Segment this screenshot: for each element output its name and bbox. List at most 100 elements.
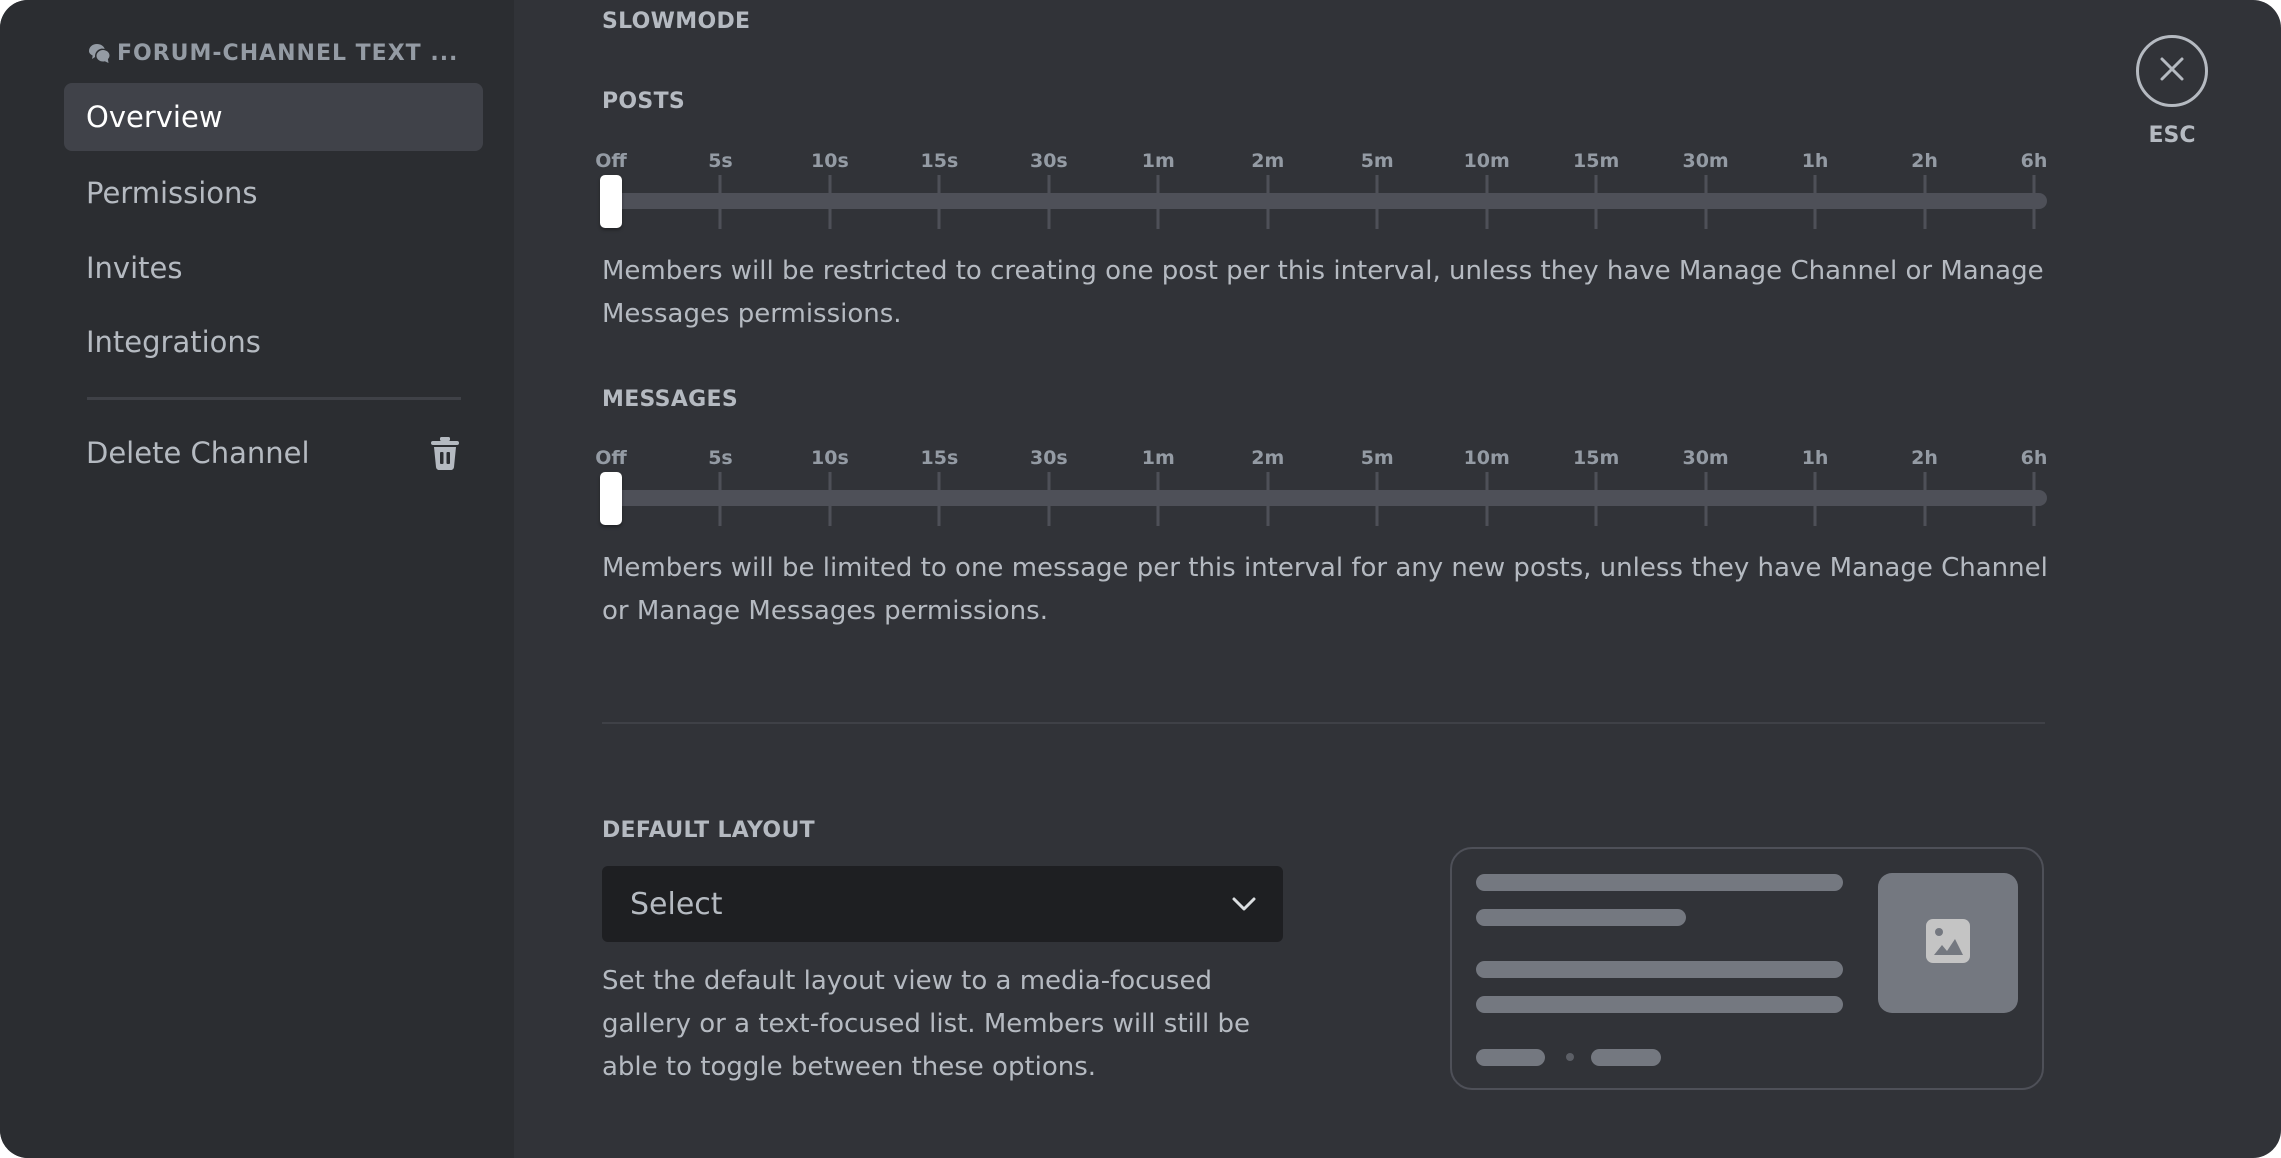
- settings-content: SLOWMODE POSTS Off 5s 10s 15s 30s 1m 2m 5m 10m 15…: [514, 0, 2281, 1158]
- messages-slowmode-slider[interactable]: Off 5s 10s 15s 30s 1m 2m 5m 10m 15m 30m 1h 2h 6h: [595, 447, 2052, 537]
- preview-body-line: [1476, 961, 1843, 978]
- slider-tick-label: 2m: [1251, 150, 1285, 172]
- slider-tick-mark: [1156, 175, 1160, 229]
- slider-tick-label: 1h: [1801, 447, 1829, 469]
- section-divider: [602, 722, 2045, 724]
- chevron-down-icon: [1231, 896, 1257, 912]
- channel-settings-window: FORUM-CHANNEL TEXT ... Overview Permissi…: [0, 0, 2281, 1158]
- forum-icon: [87, 41, 111, 65]
- slider-tick-mark: [828, 472, 832, 526]
- slider-tick-label: 30m: [1682, 447, 1729, 469]
- slider-tick-label: 5s: [708, 150, 733, 172]
- sidebar-item-permissions[interactable]: Permissions: [64, 159, 483, 227]
- posts-slowmode-slider[interactable]: Off 5s 10s 15s 30s 1m 2m 5m 10m 15m 30m 1h 2h 6h: [595, 150, 2052, 240]
- preview-title-line: [1476, 909, 1686, 926]
- default-layout-label: DEFAULT LAYOUT: [602, 818, 815, 843]
- slider-tick-label: 30s: [1029, 150, 1068, 172]
- slider-tick-label: 1m: [1141, 447, 1175, 469]
- close-button[interactable]: [2136, 35, 2208, 107]
- sidebar-item-label: Integrations: [86, 325, 261, 359]
- slider-tick-mark: [2032, 472, 2036, 526]
- slider-track[interactable]: [611, 490, 2047, 506]
- slider-tick-label: Off: [595, 150, 627, 172]
- slider-tick-label: 10m: [1463, 447, 1510, 469]
- esc-label: ESC: [2148, 123, 2196, 148]
- delete-channel-label: Delete Channel: [86, 436, 310, 470]
- messages-slowmode-description: Members will be limited to one message p…: [602, 553, 2048, 626]
- sidebar-item-overview[interactable]: Overview: [64, 83, 483, 151]
- messages-slowmode-label: MESSAGES: [602, 387, 738, 412]
- slider-tick-label: 15s: [920, 447, 959, 469]
- slider-tick-mark: [1594, 175, 1598, 229]
- slider-tick-label: 5s: [708, 447, 733, 469]
- slider-tick-label: 1h: [1801, 150, 1829, 172]
- slider-tick-label: 10m: [1463, 150, 1510, 172]
- slider-tick-label: 6h: [2020, 150, 2048, 172]
- slider-tick-mark: [1704, 175, 1708, 229]
- slider-tick-label: 1m: [1141, 150, 1175, 172]
- slider-tick-label: 2m: [1251, 447, 1285, 469]
- slider-tick-mark: [1485, 175, 1489, 229]
- slider-tick-mark: [1813, 472, 1817, 526]
- slider-tick-label: 2h: [1911, 447, 1938, 469]
- image-icon: [1926, 919, 1970, 967]
- slider-tick-label: Off: [595, 447, 627, 469]
- slider-tick-label: 5m: [1360, 150, 1394, 172]
- slider-tick-mark: [1923, 175, 1927, 229]
- slider-tick-mark: [828, 175, 832, 229]
- slider-handle[interactable]: [600, 472, 622, 525]
- sidebar-item-label: Permissions: [86, 176, 258, 210]
- slider-tick-mark: [1375, 472, 1379, 526]
- slider-tick-mark: [937, 472, 941, 526]
- preview-thumbnail: [1878, 873, 2018, 1013]
- preview-meta-dot: [1566, 1053, 1574, 1061]
- default-layout-select[interactable]: Select: [602, 866, 1283, 942]
- slider-tick-label: 15m: [1573, 447, 1620, 469]
- trash-icon: [429, 436, 461, 470]
- sidebar-item-label: Invites: [86, 251, 183, 285]
- delete-channel-button[interactable]: Delete Channel: [64, 419, 483, 487]
- slider-tick-mark: [1156, 472, 1160, 526]
- channel-name: FORUM-CHANNEL TEXT ...: [117, 40, 459, 66]
- slider-tick-mark: [1047, 175, 1051, 229]
- posts-slowmode-label: POSTS: [602, 89, 686, 114]
- slider-tick-mark: [2032, 175, 2036, 229]
- slider-tick-label: 2h: [1911, 150, 1938, 172]
- close-settings: ESC: [2133, 35, 2211, 148]
- slider-tick-mark: [937, 175, 941, 229]
- slider-tick-mark: [1594, 472, 1598, 526]
- slider-tick-mark: [1047, 472, 1051, 526]
- slider-tick-mark: [718, 175, 722, 229]
- close-icon: [2158, 55, 2186, 87]
- preview-meta-pill: [1476, 1049, 1545, 1066]
- slowmode-heading: SLOWMODE: [602, 9, 751, 34]
- slider-tick-mark: [1266, 472, 1270, 526]
- slider-tick-mark: [718, 472, 722, 526]
- sidebar-item-invites[interactable]: Invites: [64, 234, 483, 302]
- default-layout-description: Set the default layout view to a media-f…: [602, 966, 1250, 1082]
- slider-tick-label: 30m: [1682, 150, 1729, 172]
- slider-tick-label: 15m: [1573, 150, 1620, 172]
- sidebar-item-label: Overview: [86, 100, 223, 134]
- slider-tick-mark: [1704, 472, 1708, 526]
- slider-tick-label: 15s: [920, 150, 959, 172]
- slider-tick-label: 6h: [2020, 447, 2048, 469]
- slider-tick-mark: [1923, 472, 1927, 526]
- slider-tick-mark: [1375, 175, 1379, 229]
- slider-tick-label: 10s: [811, 150, 849, 172]
- channel-name-header: FORUM-CHANNEL TEXT ...: [87, 39, 458, 67]
- select-placeholder: Select: [630, 886, 723, 922]
- slider-handle[interactable]: [600, 175, 622, 228]
- preview-meta-pill: [1591, 1049, 1661, 1066]
- slider-tick-mark: [1813, 175, 1817, 229]
- preview-title-line: [1476, 874, 1843, 891]
- slider-track[interactable]: [611, 193, 2047, 209]
- posts-slowmode-description: Members will be restricted to creating o…: [602, 256, 2044, 329]
- slider-tick-mark: [1485, 472, 1489, 526]
- slider-tick-label: 30s: [1029, 447, 1068, 469]
- sidebar-divider: [87, 397, 461, 400]
- sidebar-item-integrations[interactable]: Integrations: [64, 308, 483, 376]
- settings-sidebar: FORUM-CHANNEL TEXT ... Overview Permissi…: [0, 0, 514, 1158]
- layout-preview-card: [1450, 847, 2044, 1090]
- preview-body-line: [1476, 996, 1843, 1013]
